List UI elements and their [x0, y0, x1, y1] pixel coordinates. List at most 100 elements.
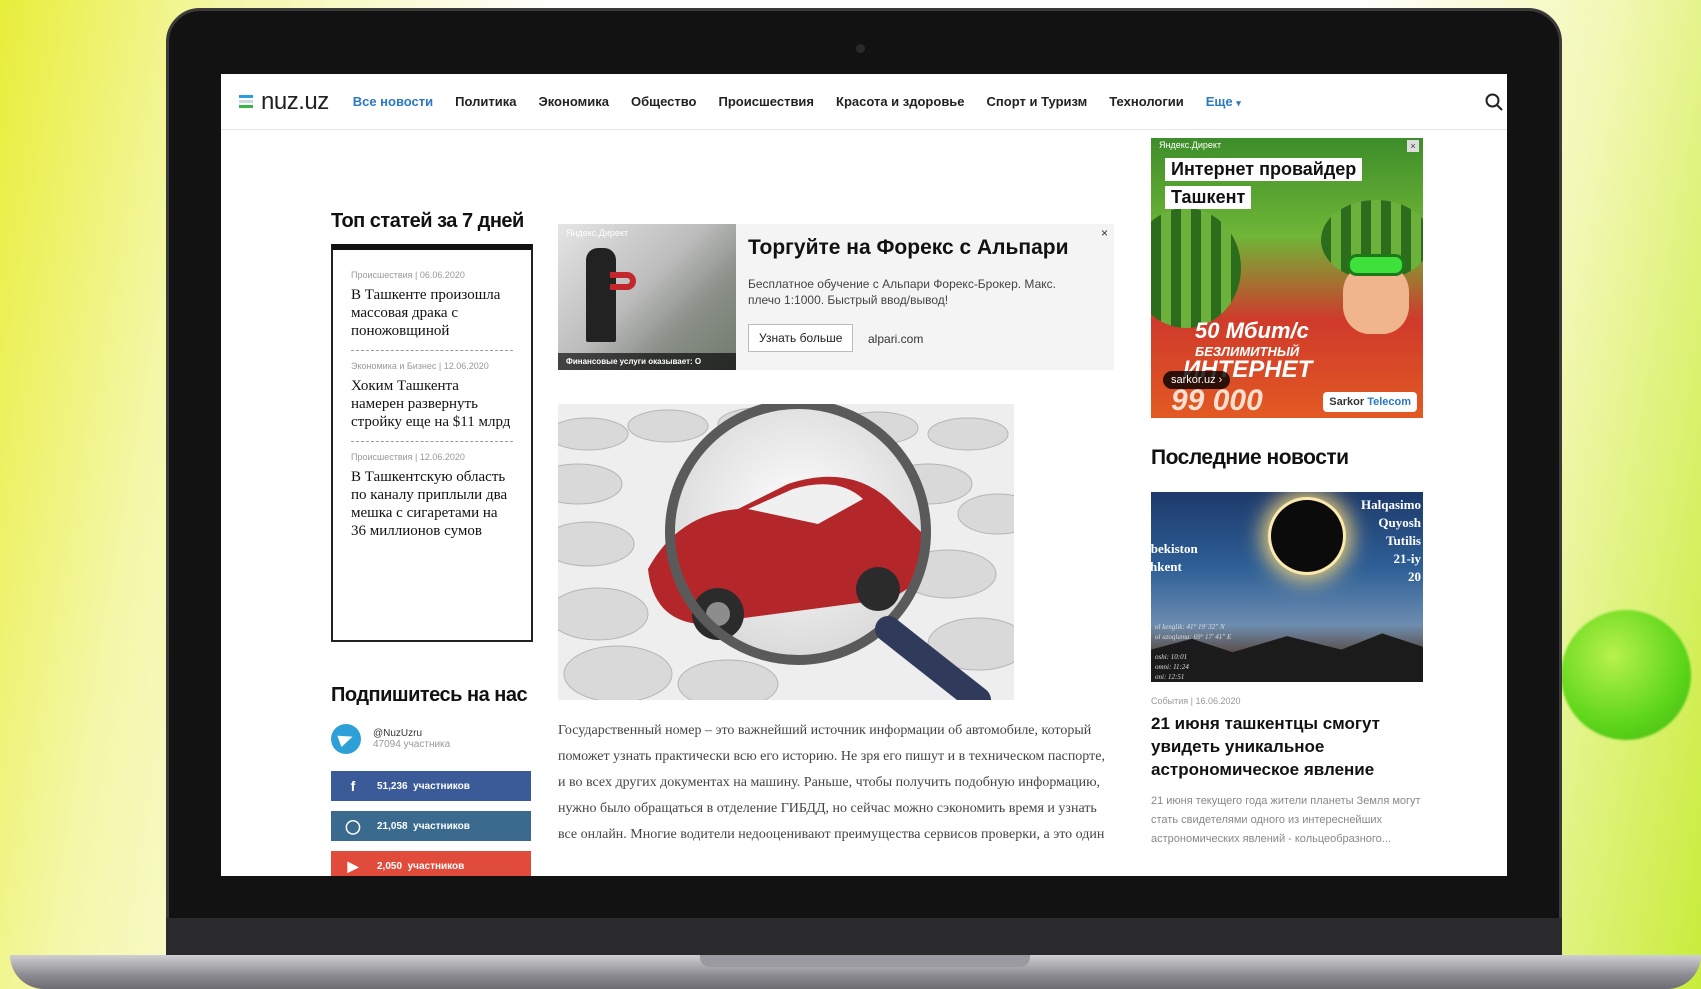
laptop-chin	[166, 918, 1562, 958]
top-articles-heading: Топ статей за 7 дней	[331, 210, 524, 232]
eclipse-image	[1271, 500, 1343, 572]
brand-name: Sarkor	[1329, 396, 1365, 408]
nav-society[interactable]: Общество	[631, 94, 697, 109]
article-category: Происшествия	[351, 452, 413, 462]
businessman-figure	[586, 248, 616, 342]
forex-ad-image[interactable]: Яндекс.Директ Финансовые услуги оказывае…	[558, 224, 736, 370]
telegram-subscribe[interactable]: @NuzUzru 47094 участника	[331, 724, 450, 754]
nav-sport-tourism[interactable]: Спорт и Туризм	[987, 94, 1088, 109]
nav-beauty-health[interactable]: Красота и здоровье	[836, 94, 965, 109]
laptop-camera	[856, 44, 865, 53]
article-hero-image	[558, 404, 1014, 700]
brand-name-accent: Telecom	[1367, 396, 1411, 408]
chevron-down-icon: ▾	[1236, 98, 1241, 108]
facebook-count: 51,236	[377, 780, 408, 792]
news-image-eclipse[interactable]: zbekiston shkent Halqasimo Quyosh Tutili…	[1151, 492, 1423, 682]
goggles-image	[1347, 254, 1405, 276]
ad-description: Бесплатное обучение с Альпари Форекс-Бро…	[748, 277, 1056, 307]
site-logo[interactable]: nuz.uz	[239, 88, 329, 116]
close-icon[interactable]: ×	[1407, 140, 1419, 152]
overlay-line: omni: 11:24	[1155, 663, 1189, 671]
article-category: Экономика и Бизнес	[351, 361, 437, 371]
overlay-line: oni: 12:51	[1155, 673, 1185, 681]
list-item[interactable]: Происшествия | 06.06.2020 В Ташкенте про…	[351, 270, 513, 351]
nav-technology[interactable]: Технологии	[1109, 94, 1183, 109]
overlay-line: ol kenglik: 41° 19' 32" N	[1155, 623, 1225, 631]
overlay-line	[1155, 642, 1231, 652]
list-item[interactable]: Происшествия | 12.06.2020 В Ташкентскую …	[351, 452, 513, 550]
nav-more-dropdown[interactable]: Еще ▾	[1206, 94, 1241, 109]
instagram-label: участников	[413, 820, 470, 832]
facebook-icon: f	[350, 778, 356, 794]
overlay-line: oshi: 10:01	[1155, 653, 1188, 661]
ad-speed: 50 Мбит/с	[1195, 318, 1309, 343]
nav-all-news[interactable]: Все новости	[353, 94, 433, 109]
telegram-channel-name: @NuzUzru	[373, 728, 423, 739]
article-meta: Экономика и Бизнес | 12.06.2020	[351, 361, 489, 371]
ad-label: Яндекс.Директ	[566, 228, 629, 238]
magnet-icon	[610, 272, 636, 290]
news-category: События	[1151, 696, 1189, 706]
article-meta: Происшествия | 12.06.2020	[351, 452, 465, 462]
logo-text: nuz.uz	[261, 87, 329, 115]
youtube-count: 2,050	[377, 860, 403, 872]
sarkor-telecom-logo: Sarkor Telecom	[1323, 392, 1417, 412]
article-title[interactable]: Хоким Ташкента намерен развернуть стройк…	[351, 377, 513, 431]
ad-price: 99 000	[1171, 384, 1263, 417]
overlay-line: Halqasimo	[1361, 497, 1421, 512]
article-title[interactable]: В Ташкентскую область по каналу приплыли…	[351, 468, 513, 540]
article-title[interactable]: В Ташкенте произошла массовая драка с по…	[351, 286, 513, 340]
ad-headline-line1: Интернет провайдер	[1165, 158, 1363, 181]
article-date: 12.06.2020	[419, 452, 465, 462]
ad-domain-link[interactable]: alpari.com	[868, 332, 923, 346]
article-date: 06.06.2020	[419, 270, 465, 280]
telegram-icon	[331, 724, 361, 754]
forex-ad-banner[interactable]: Яндекс.Директ Финансовые услуги оказывае…	[558, 224, 1114, 370]
magnifier-car-icon	[558, 404, 1014, 700]
decor-green-sphere	[1561, 610, 1691, 740]
nav-politics[interactable]: Политика	[455, 94, 516, 109]
laptop-notch	[700, 955, 1030, 967]
image-overlay-text-left: zbekiston shkent	[1151, 540, 1198, 576]
overlay-line: zbekiston	[1151, 541, 1198, 556]
instagram-icon: ◯	[345, 817, 361, 834]
overlay-line: Quyosh	[1378, 515, 1421, 530]
nav-economy[interactable]: Экономика	[538, 94, 609, 109]
ad-headline-line2: Ташкент	[1165, 186, 1252, 209]
facebook-label: участников	[413, 780, 470, 792]
ad-site-link[interactable]: sarkor.uz ›	[1163, 371, 1231, 389]
image-overlay-text-right: Halqasimo Quyosh Tutilis 21-iy 20	[1361, 496, 1421, 586]
latest-news-heading: Последние новости	[1151, 446, 1349, 469]
search-icon[interactable]	[1485, 93, 1503, 111]
ad-title[interactable]: Торгуйте на Форекс с Альпари	[748, 236, 1069, 260]
overlay-line: shkent	[1151, 559, 1182, 574]
article-body: Государственный номер – это важнейший ис…	[558, 723, 1105, 842]
nav-more-label: Еще	[1205, 94, 1233, 109]
list-item[interactable]: Экономика и Бизнес | 12.06.2020 Хоким Та…	[351, 361, 513, 442]
image-overlay-small-text: ol kenglik: 41° 19' 32" N ol uzoqlama: 6…	[1155, 622, 1231, 682]
learn-more-button[interactable]: Узнать больше	[748, 324, 854, 352]
nav-incidents[interactable]: Происшествия	[719, 94, 815, 109]
news-title[interactable]: 21 июня ташкентцы смогут увидеть уникаль…	[1151, 712, 1421, 781]
news-description: 21 июня текущего года жители планеты Зем…	[1151, 795, 1421, 845]
subscribe-heading: Подпишитесь на нас	[331, 684, 528, 706]
close-icon[interactable]: ×	[1101, 226, 1108, 240]
overlay-line: 20	[1408, 569, 1421, 584]
internet-provider-ad[interactable]: Яндекс.Директ × Интернет провайдер Ташке…	[1151, 138, 1423, 418]
youtube-label: участников	[407, 860, 465, 872]
news-date: 16.06.2020	[1195, 696, 1241, 706]
youtube-play-icon: ▶	[347, 857, 359, 874]
news-meta: События | 16.06.2020	[1151, 696, 1241, 706]
article-date: 12.06.2020	[443, 361, 489, 371]
article-category: Происшествия	[351, 270, 413, 280]
facebook-subscribe-button[interactable]: f 51,236 участников	[331, 771, 531, 801]
youtube-subscribe-button[interactable]: ▶ 2,050 участников	[331, 851, 531, 876]
instagram-subscribe-button[interactable]: ◯ 21,058 участников	[331, 811, 531, 841]
ad-image-caption: Финансовые услуги оказывает: О	[558, 353, 736, 370]
flag-icon	[239, 94, 253, 109]
article-meta: Происшествия | 06.06.2020	[351, 270, 465, 280]
overlay-line: ol uzoqlama: 69° 17' 41" E	[1155, 633, 1232, 641]
top-navbar: nuz.uz Все новости Политика Экономика Об…	[221, 74, 1507, 130]
instagram-count: 21,058	[377, 820, 408, 832]
ad-label: Яндекс.Директ	[1159, 140, 1222, 150]
